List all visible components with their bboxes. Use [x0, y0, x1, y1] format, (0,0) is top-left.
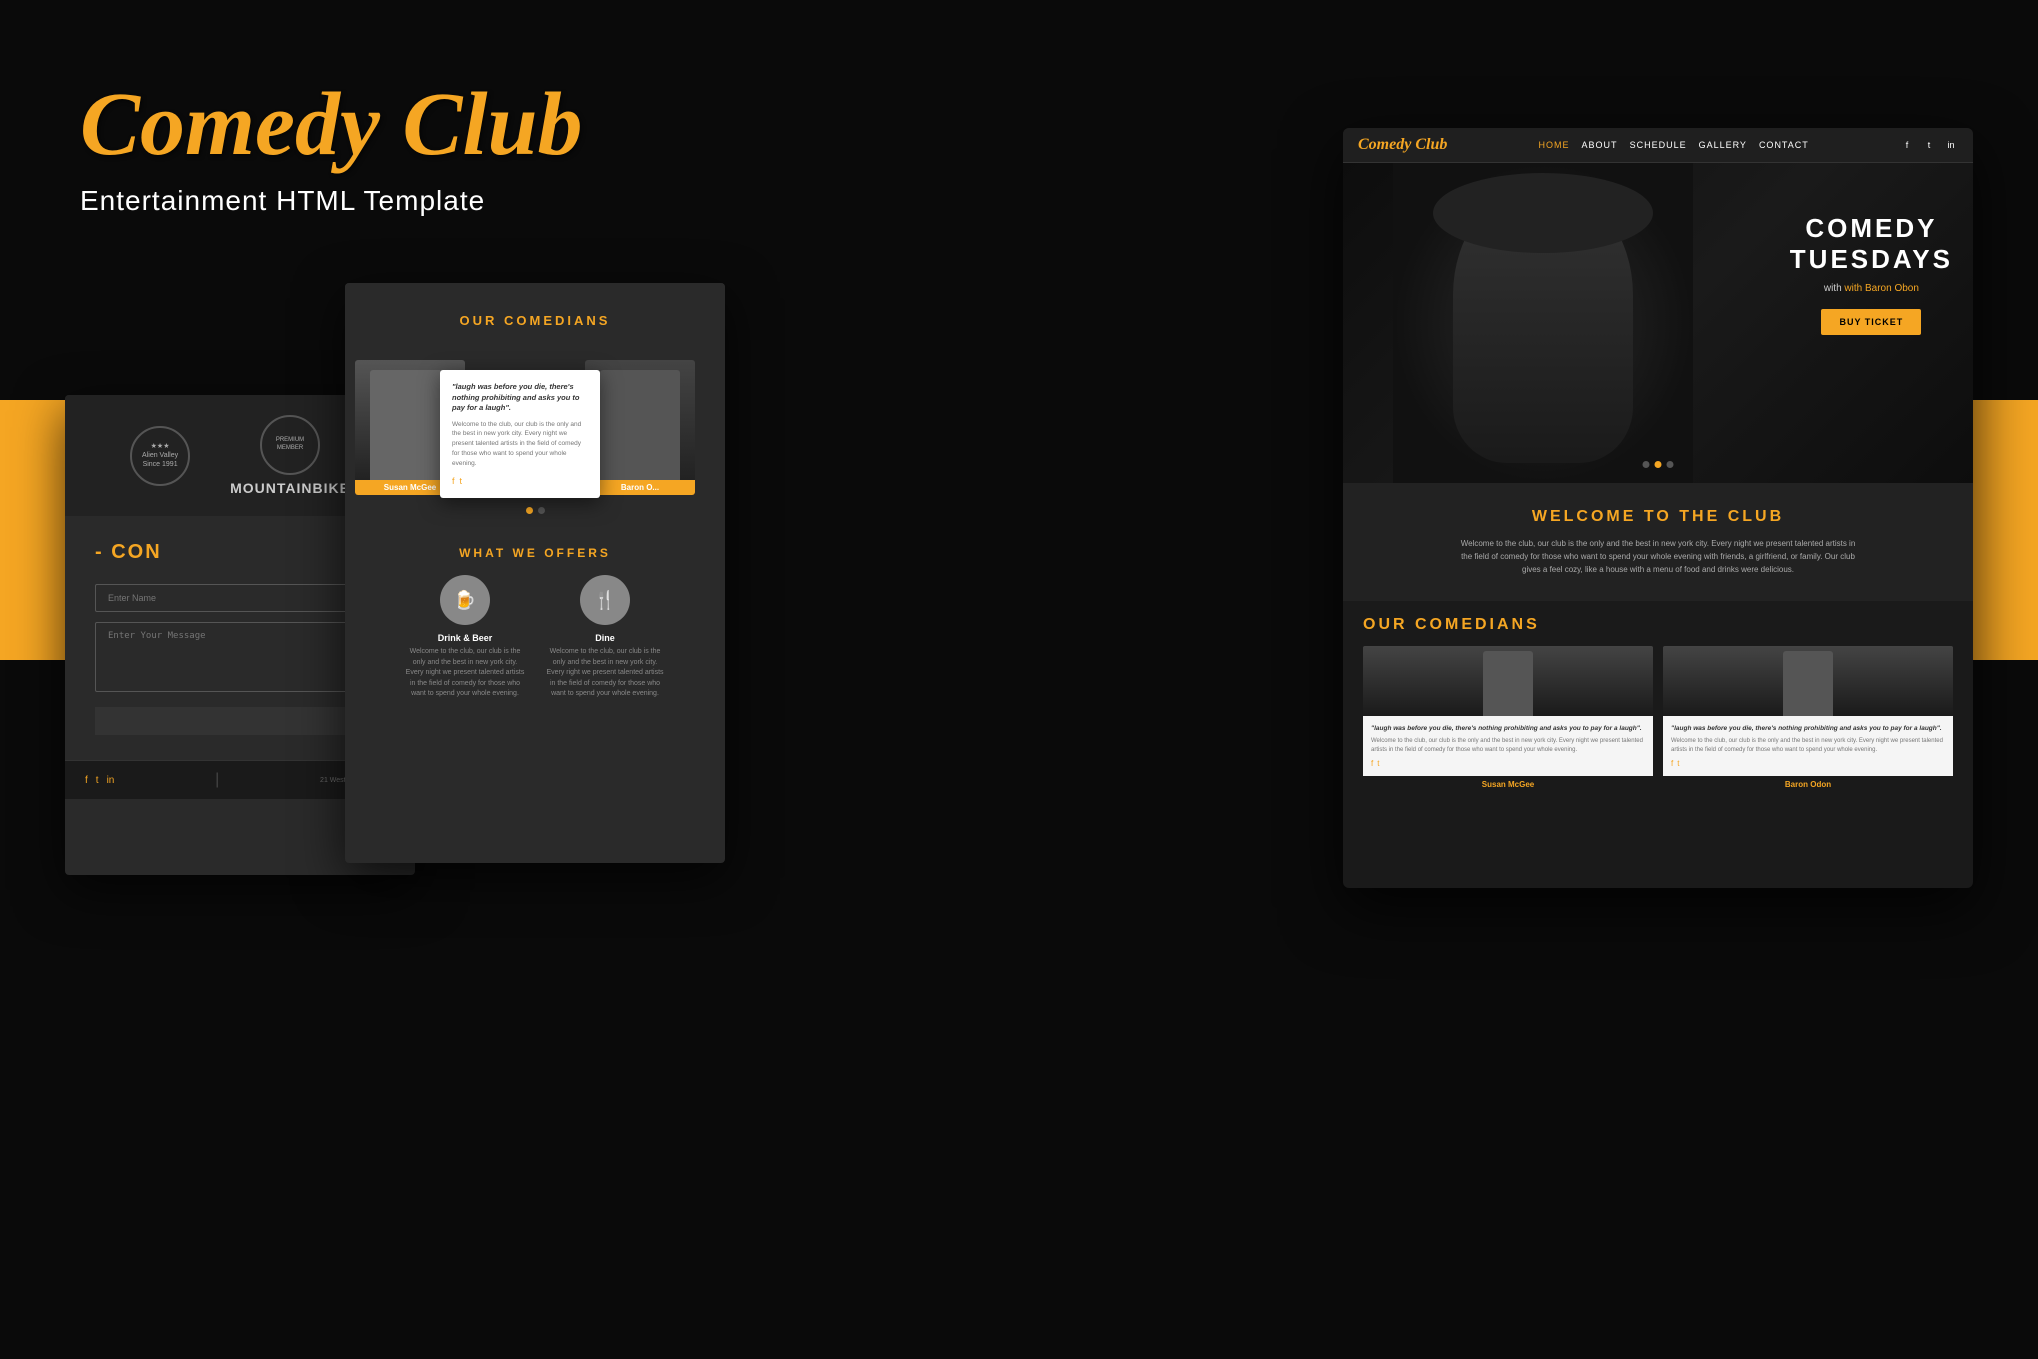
comedian-social-1: f t: [1371, 759, 1645, 768]
orange-bar-left: [0, 400, 65, 660]
hero-title: COMEDY TUESDAYS: [1790, 213, 1953, 275]
offers-title: WHAT WE OFFERS: [365, 546, 705, 560]
main-comedians-section: OUR COMEDIANS "laugh was before you die,…: [1343, 601, 1973, 808]
main-comedians-title: OUR COMEDIANS: [1363, 616, 1953, 634]
hero-section: COMEDY TUESDAYS with with Baron Obon BUY…: [1343, 163, 1973, 483]
comedian-photo-mid-2: [585, 360, 695, 480]
browser-navbar: Comedy Club HOME ABOUT SCHEDULE GALLERY …: [1343, 128, 1973, 163]
hero-text-area: COMEDY TUESDAYS with with Baron Obon BUY…: [1790, 213, 1953, 335]
sponsor-circle-2: PREMIUMMEMBER: [260, 415, 320, 475]
main-comedians-grid: "laugh was before you die, there's nothi…: [1363, 646, 1953, 793]
drink-title: Drink & Beer: [405, 633, 525, 643]
welcome-section: WELCOME TO THE CLUB Welcome to the club,…: [1343, 483, 1973, 601]
nav-logo: Comedy Club: [1358, 136, 1447, 154]
nav-home[interactable]: HOME: [1539, 140, 1570, 150]
main-browser-window: Comedy Club HOME ABOUT SCHEDULE GALLERY …: [1343, 128, 1973, 888]
middle-browser-window: OUR COMEDIANS Susan McGee "laugh was bef…: [345, 283, 725, 863]
dine-icon: 🍴: [580, 575, 630, 625]
comedians-section-title: OUR COMEDIANS: [365, 313, 705, 328]
popup-quote: "laugh was before you die, there's nothi…: [452, 382, 588, 414]
twitter-icon[interactable]: t: [1922, 138, 1936, 152]
main-comedian-card-2: "laugh was before you die, there's nothi…: [1663, 646, 1953, 793]
dine-title: Dine: [545, 633, 665, 643]
popup-desc: Welcome to the club, our club is the onl…: [452, 420, 588, 469]
offer-drink: 🍺 Drink & Beer Welcome to the club, our …: [405, 575, 525, 700]
comedian-photo-2: [1663, 646, 1953, 716]
popup-twitter-icon[interactable]: t: [460, 476, 463, 486]
left-title-area: Comedy Club Entertainment HTML Template: [80, 80, 583, 217]
nav-links: HOME ABOUT SCHEDULE GALLERY CONTACT: [1539, 140, 1809, 150]
offers-section: WHAT WE OFFERS 🍺 Drink & Beer Welcome to…: [345, 526, 725, 720]
comedian-facebook-icon[interactable]: f: [1371, 759, 1373, 768]
comedian-name-2: Baron Odon: [1663, 776, 1953, 793]
footer-facebook-icon[interactable]: f: [85, 775, 88, 786]
comedian-info-1: "laugh was before you die, there's nothi…: [1363, 716, 1653, 776]
slide-dot-1[interactable]: [526, 507, 533, 514]
welcome-title: WELCOME TO THE CLUB: [1373, 508, 1943, 526]
comedian-name-1: Susan McGee: [1363, 776, 1653, 793]
main-subtitle: Entertainment HTML Template: [80, 185, 583, 217]
comedian-quote-2: "laugh was before you die, there's nothi…: [1671, 724, 1945, 733]
hero-dots: [1643, 461, 1674, 468]
nav-schedule[interactable]: SCHEDULE: [1630, 140, 1687, 150]
comedian-photo-shape-2: [600, 370, 680, 480]
comedian-social-2: f t: [1671, 759, 1945, 768]
orange-bar-right: [1973, 400, 2038, 660]
drink-icon: 🍺: [440, 575, 490, 625]
comedian-quote-1: "laugh was before you die, there's nothi…: [1371, 724, 1645, 733]
comedian-photo-1: [1363, 646, 1653, 716]
contact-message-input[interactable]: [95, 622, 385, 692]
comedian-desc-1: Welcome to the club, our club is the onl…: [1371, 737, 1645, 754]
footer-instagram-icon[interactable]: in: [107, 775, 115, 786]
facebook-icon[interactable]: f: [1900, 138, 1914, 152]
comedians-cards-row: Susan McGee "laugh was before you die, t…: [345, 360, 725, 495]
footer-social: f t in: [85, 775, 114, 786]
offers-grid: 🍺 Drink & Beer Welcome to the club, our …: [365, 575, 705, 700]
submit-bar: SU: [95, 707, 385, 735]
dot-3[interactable]: [1667, 461, 1674, 468]
popup-social: f t: [452, 476, 588, 486]
comedian-facebook-icon-2[interactable]: f: [1671, 759, 1673, 768]
sponsor-name-2: MOUNTAINBIKE: [230, 480, 350, 496]
main-comedian-card-1: "laugh was before you die, there's nothi…: [1363, 646, 1653, 793]
comedian-name-mid-2: Baron O...: [585, 480, 695, 495]
hero-figure: [1393, 163, 1693, 483]
sponsor-circle-1: ★★★Alien ValleySince 1991: [130, 426, 190, 486]
comedian-photo-shape-1: [370, 370, 450, 480]
hero-subtitle: with with Baron Obon: [1790, 283, 1953, 294]
buy-ticket-button[interactable]: BUY TICKET: [1821, 309, 1921, 335]
sponsor-2: PREMIUMMEMBER MOUNTAINBIKE: [230, 415, 350, 496]
comedian-info-2: "laugh was before you die, there's nothi…: [1663, 716, 1953, 776]
comedian-silhouette-1: [1483, 651, 1533, 716]
sponsor-1: ★★★Alien ValleySince 1991: [130, 426, 190, 486]
drink-desc: Welcome to the club, our club is the onl…: [405, 647, 525, 700]
dot-1[interactable]: [1643, 461, 1650, 468]
comedian-card-mid-2: Baron O...: [585, 360, 695, 495]
instagram-icon[interactable]: in: [1944, 138, 1958, 152]
nav-about[interactable]: ABOUT: [1582, 140, 1618, 150]
comedian-popup-card: "laugh was before you die, there's nothi…: [440, 370, 600, 498]
comedian-twitter-icon-2[interactable]: t: [1677, 759, 1679, 768]
welcome-text: Welcome to the club, our club is the onl…: [1458, 538, 1858, 576]
nav-gallery[interactable]: GALLERY: [1699, 140, 1747, 150]
dine-desc: Welcome to the club, our club is the onl…: [545, 647, 665, 700]
main-logo: Comedy Club: [80, 80, 583, 170]
comedian-silhouette-2: [1783, 651, 1833, 716]
comedians-header: OUR COMEDIANS: [345, 283, 725, 360]
offer-dine: 🍴 Dine Welcome to the club, our club is …: [545, 575, 665, 700]
nav-contact[interactable]: CONTACT: [1759, 140, 1809, 150]
contact-title: - CON: [95, 541, 385, 564]
nav-social: f t in: [1900, 138, 1958, 152]
footer-twitter-icon[interactable]: t: [96, 775, 99, 786]
slide-dot-2[interactable]: [538, 507, 545, 514]
popup-facebook-icon[interactable]: f: [452, 476, 455, 486]
dot-2[interactable]: [1655, 461, 1662, 468]
footer-divider: |: [215, 771, 219, 789]
slide-dots: [345, 495, 725, 526]
comedian-desc-2: Welcome to the club, our club is the onl…: [1671, 737, 1945, 754]
comedian-twitter-icon[interactable]: t: [1377, 759, 1379, 768]
contact-name-input[interactable]: [95, 584, 385, 612]
